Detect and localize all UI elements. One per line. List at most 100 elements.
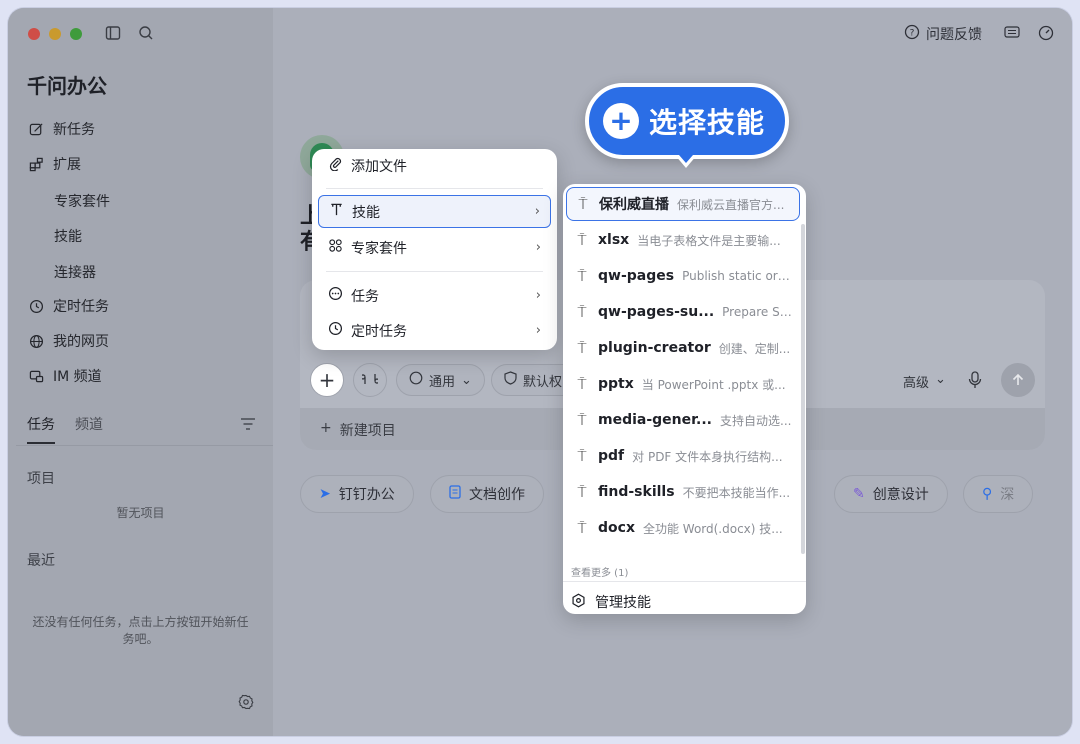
recent-empty-text-line1: 还没有任何任务，点击上方按钮开始新任 bbox=[32, 615, 249, 629]
skills-scrollbar[interactable] bbox=[801, 224, 805, 554]
tab-channels[interactable]: 频道 bbox=[75, 414, 103, 444]
add-button[interactable]: + bbox=[310, 363, 344, 397]
skill-item[interactable]: ⍑ pdf 对 PDF 文件本身执行结构... bbox=[566, 439, 800, 473]
nav-extensions-label: 扩展 bbox=[53, 157, 81, 173]
skill-icon: ⍑ bbox=[577, 375, 587, 393]
nav-expert-kits[interactable]: 专家套件 bbox=[54, 191, 110, 211]
minimize-window-button[interactable] bbox=[49, 28, 61, 40]
skill-item[interactable]: ⍑ xlsx 当电子表格文件是主要输... bbox=[566, 223, 800, 257]
skill-name: docx bbox=[598, 520, 635, 536]
nav-skills[interactable]: 技能 bbox=[54, 226, 82, 246]
skill-item[interactable]: ⍑ qw-pages-su... Prepare Su... bbox=[566, 295, 800, 329]
nav-im-channels-label: IM 频道 bbox=[53, 369, 102, 385]
clock-icon bbox=[27, 297, 45, 315]
menu-item-expert-kits-label: 专家套件 bbox=[351, 240, 407, 257]
advanced-select[interactable]: 高级 ⌄ bbox=[903, 372, 946, 391]
chevron-down-icon: ⌄ bbox=[935, 372, 946, 387]
nav-my-pages[interactable]: 我的网页 bbox=[27, 330, 109, 352]
skill-item[interactable]: ⍑ plugin-creator 创建、定制... bbox=[566, 331, 800, 365]
skill-icon: ⍑ bbox=[577, 303, 587, 321]
mode-label: 通用 bbox=[429, 374, 456, 390]
window-controls bbox=[28, 28, 82, 40]
close-window-button[interactable] bbox=[28, 28, 40, 40]
chip-dingtalk[interactable]: ➤ 钉钉办公 bbox=[300, 475, 414, 513]
skill-name: plugin-creator bbox=[598, 340, 711, 356]
mode-select[interactable]: 通用 ⌄ bbox=[396, 364, 485, 396]
new-project-button[interactable]: + 新建项目 bbox=[320, 420, 396, 440]
skill-item[interactable]: ⍑ 保利威直播 保利威云直播官方... bbox=[566, 187, 800, 221]
nav-im-channels[interactable]: IM 频道 bbox=[27, 365, 102, 387]
chat-icon bbox=[27, 367, 45, 385]
chip-creative-design-label: 创意设计 bbox=[872, 487, 929, 503]
send-button[interactable] bbox=[1001, 363, 1035, 397]
menu-item-add-file[interactable]: 添加文件 bbox=[318, 149, 551, 182]
select-skill-callout: + 选择技能 bbox=[585, 83, 789, 159]
chip-creative-design[interactable]: ✎ 创意设计 bbox=[834, 475, 948, 513]
nav-connectors[interactable]: 连接器 bbox=[54, 262, 96, 282]
settings-hexagon-icon bbox=[571, 593, 586, 612]
tab-tasks[interactable]: 任务 bbox=[27, 414, 55, 444]
feedback-button[interactable]: ? 问题反馈 bbox=[904, 24, 982, 44]
chevron-right-icon: › bbox=[534, 204, 540, 219]
globe-icon bbox=[27, 332, 45, 350]
app-title: 千问办公 bbox=[27, 74, 107, 98]
skill-description: Publish static or ... bbox=[682, 269, 792, 283]
skill-description: 不要把本技能当作... bbox=[682, 485, 791, 500]
skill-icon: ⍑ bbox=[577, 411, 587, 429]
search-icon[interactable] bbox=[137, 25, 155, 43]
recent-empty-text-line2: 务吧。 bbox=[122, 632, 159, 646]
skill-description: 支持自动选... bbox=[720, 413, 792, 428]
skill-description: 当 PowerPoint .pptx 或... bbox=[641, 377, 786, 392]
settings-gear-icon[interactable] bbox=[238, 694, 254, 714]
skill-description: 当电子表格文件是主要输... bbox=[637, 233, 781, 248]
manage-skills-button[interactable]: 管理技能 bbox=[571, 592, 651, 612]
skill-icon: ⍑ bbox=[577, 231, 587, 249]
sidebar-toggle-icon[interactable] bbox=[104, 25, 122, 43]
tabs-divider bbox=[16, 445, 273, 446]
nav-extensions[interactable]: 扩展 bbox=[27, 153, 81, 175]
menu-item-skills[interactable]: 技能 › bbox=[318, 195, 551, 228]
chip-deep[interactable]: ⚲ 深 bbox=[963, 475, 1033, 513]
menu-item-tasks[interactable]: 任务 › bbox=[318, 279, 551, 312]
skill-name: xlsx bbox=[598, 232, 630, 248]
skill-item[interactable]: ⍑ pptx 当 PowerPoint .pptx 或... bbox=[566, 367, 800, 401]
skill-item[interactable]: ⍑ find-skills 不要把本技能当作... bbox=[566, 475, 800, 509]
skill-name: pdf bbox=[598, 448, 625, 464]
skill-item[interactable]: ⍑ qw-pages Publish static or ... bbox=[566, 259, 800, 293]
nav-new-task[interactable]: 新任务 bbox=[27, 118, 95, 140]
new-project-label: 新建项目 bbox=[339, 423, 396, 439]
tools-button[interactable] bbox=[353, 363, 387, 397]
skill-icon: ⍑ bbox=[577, 447, 587, 465]
skill-item[interactable]: ⍑ docx 全功能 Word(.docx) 技... bbox=[566, 511, 800, 545]
skills-divider bbox=[563, 581, 806, 582]
maximize-window-button[interactable] bbox=[70, 28, 82, 40]
wrench-icon bbox=[360, 368, 380, 392]
sidebar-tabs: 任务 频道 bbox=[27, 414, 103, 444]
skill-item[interactable]: ⍑ media-gener... 支持自动选... bbox=[566, 403, 800, 437]
microphone-icon[interactable] bbox=[968, 371, 982, 393]
nav-scheduled-tasks[interactable]: 定时任务 bbox=[27, 295, 109, 317]
chevron-right-icon: › bbox=[535, 240, 541, 255]
skill-description: 对 PDF 文件本身执行结构... bbox=[632, 449, 783, 464]
skill-description: 全功能 Word(.docx) 技... bbox=[642, 521, 783, 536]
gauge-icon[interactable] bbox=[1037, 25, 1055, 43]
view-more-link[interactable]: 查看更多 (1) bbox=[571, 564, 628, 579]
keyboard-icon[interactable] bbox=[1003, 25, 1021, 43]
chip-document[interactable]: 文档创作 bbox=[430, 475, 544, 513]
skill-icon: ⍑ bbox=[577, 519, 587, 537]
plus-icon: + bbox=[318, 368, 336, 392]
nav-new-task-label: 新任务 bbox=[53, 122, 95, 138]
add-menu: 添加文件 技能 › 专家套件 › 任务 › 定时任务 › bbox=[312, 149, 557, 350]
skill-description: Prepare Su... bbox=[722, 305, 792, 319]
menu-item-skills-label: 技能 bbox=[352, 204, 380, 221]
message-icon bbox=[328, 286, 343, 305]
skill-name: qw-pages-su... bbox=[598, 304, 715, 320]
menu-divider bbox=[326, 271, 543, 272]
extensions-icon bbox=[27, 155, 45, 173]
filter-icon[interactable] bbox=[240, 416, 256, 435]
menu-item-scheduled-tasks[interactable]: 定时任务 › bbox=[318, 314, 551, 347]
callout-text: 选择技能 bbox=[649, 106, 766, 139]
skill-description: 保利威云直播官方... bbox=[677, 197, 785, 212]
menu-divider bbox=[326, 188, 543, 189]
menu-item-expert-kits[interactable]: 专家套件 › bbox=[318, 231, 551, 264]
